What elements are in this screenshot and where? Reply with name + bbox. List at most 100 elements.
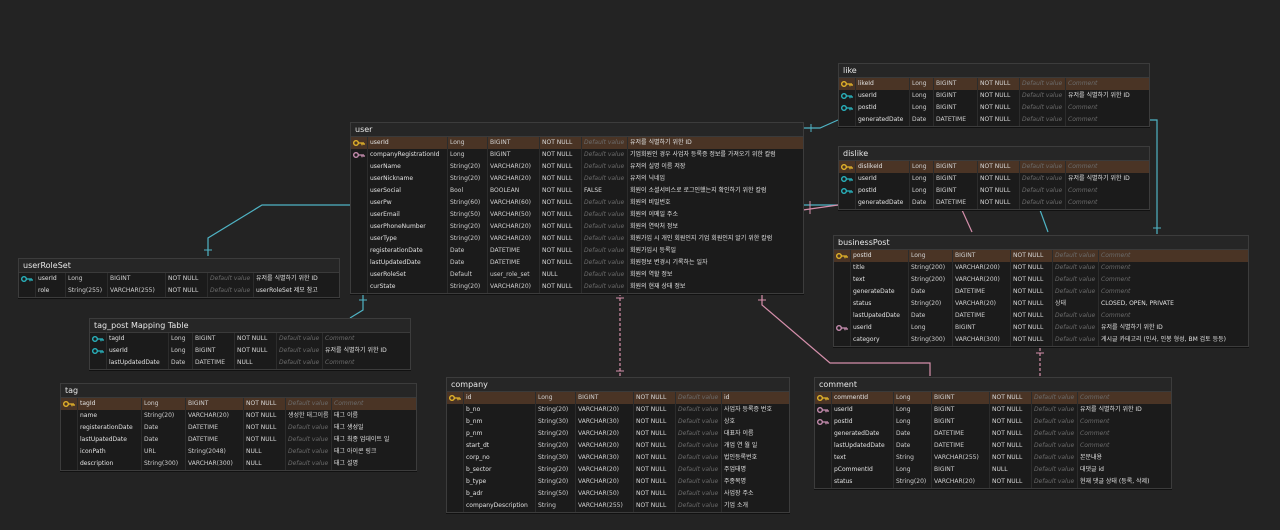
key-slot [447, 452, 463, 464]
column-name: userName [367, 161, 447, 173]
column-name: userPw [367, 197, 447, 209]
table-row[interactable]: id Long BIGINT NOT NULL Default value id [447, 392, 789, 404]
column-db-type: BIGINT [931, 404, 989, 416]
table-row[interactable]: userRoleSet Default user_role_set NULL Defau… [351, 269, 803, 281]
table-comment[interactable]: comment commentId Long BIGINT NOT NULL Defau… [814, 377, 1172, 489]
table-row[interactable]: userId Long BIGINT NOT NULL Default value 유저를… [815, 404, 1171, 416]
column-name: iconPath [77, 446, 141, 458]
table-row[interactable]: p_nm String(20) VARCHAR(20) NOT NULL Default… [447, 428, 789, 440]
table-row[interactable]: userType String(20) VARCHAR(20) NOT NULL Def… [351, 233, 803, 245]
table-row[interactable]: userSocial Bool BOOLEAN NOT NULL FALSE 회원이 소셜… [351, 185, 803, 197]
table-row[interactable]: dislikeId Long BIGINT NOT NULL Default value… [839, 161, 1149, 173]
column-db-type: VARCHAR(20) [575, 428, 633, 440]
column-comment: Comment [1077, 440, 1171, 452]
table-row[interactable]: userPw String(60) VARCHAR(60) NOT NULL Defau… [351, 197, 803, 209]
table-row[interactable]: b_nm String(30) VARCHAR(30) NOT NULL Default… [447, 416, 789, 428]
table-row[interactable]: userId Long BIGINT NOT NULL Default value 유저를… [19, 273, 339, 285]
table-row[interactable]: role String(255) VARCHAR(255) NOT NULL Defau… [19, 285, 339, 297]
table-row[interactable]: start_dt String(20) VARCHAR(20) NOT NULL Def… [447, 440, 789, 452]
key-slot [815, 476, 831, 488]
table-row[interactable]: b_adr String(50) VARCHAR(50) NOT NULL Defaul… [447, 488, 789, 500]
column-name: p_nm [463, 428, 535, 440]
column-name: postId [855, 185, 909, 197]
column-default: Default value [581, 281, 627, 293]
table-row[interactable]: userNickname String(20) VARCHAR(20) NOT NUL… [351, 173, 803, 185]
table-row[interactable]: userId Long BIGINT NOT NULL Default value 유저를… [90, 345, 410, 357]
table-row[interactable]: postId Long BIGINT NOT NULL Default value Com… [834, 250, 1248, 262]
table-row[interactable]: userEmail String(50) VARCHAR(50) NOT NULL De… [351, 209, 803, 221]
column-default: Default value [1031, 440, 1077, 452]
table-row[interactable]: postId Long BIGINT NOT NULL Default value Com… [839, 185, 1149, 197]
table-row[interactable]: curState String(20) VARCHAR(20) NOT NULL Def… [351, 281, 803, 293]
table-row[interactable]: text String VARCHAR(255) NOT NULL Default va… [815, 452, 1171, 464]
table-row[interactable]: userName String(20) VARCHAR(20) NOT NULL Def… [351, 161, 803, 173]
column-comment: 게시글 카테고리 (인사, 인봉 형성, BM 검토 등등) [1098, 334, 1248, 346]
table-row[interactable]: tagId Long BIGINT NOT NULL Default value Comm… [90, 333, 410, 345]
table-row[interactable]: pCommentId Long BIGINT NULL Default value 대댓글… [815, 464, 1171, 476]
table-row[interactable]: lastUpatedDate Date DATETIME NOT NULL Defaul… [834, 310, 1248, 322]
table-row[interactable]: tagId Long BIGINT NOT NULL Default value Comm… [61, 398, 416, 410]
table-row[interactable]: commentId Long BIGINT NOT NULL Default value… [815, 392, 1171, 404]
table-row[interactable]: text String(200) VARCHAR(200) NOT NULL Defau… [834, 274, 1248, 286]
table-row[interactable]: generatedDate Date DATETIME NOT NULL Default… [839, 197, 1149, 209]
table-row[interactable]: corp_no String(30) VARCHAR(30) NOT NULL Defa… [447, 452, 789, 464]
table-row[interactable]: status String(20) VARCHAR(20) NOT NULL Defau… [815, 476, 1171, 488]
table-row[interactable]: likeId Long BIGINT NOT NULL Default value Com… [839, 78, 1149, 90]
column-name: tagId [106, 333, 168, 345]
column-default: Default value [1031, 428, 1077, 440]
table-row[interactable]: category String(300) VARCHAR(300) NOT NULL D… [834, 334, 1248, 346]
column-nullable: NOT NULL [989, 452, 1031, 464]
column-nullable: NOT NULL [1010, 262, 1052, 274]
column-type: Date [447, 257, 487, 269]
table-user[interactable]: user userId Long BIGINT NOT NULL Default val… [350, 122, 804, 294]
table-row[interactable]: postId Long BIGINT NOT NULL Default value Com… [815, 416, 1171, 428]
column-default: Default value [276, 333, 322, 345]
table-dislike[interactable]: dislike dislikeId Long BIGINT NOT NULL Defau… [838, 146, 1150, 210]
table-row[interactable]: userId Long BIGINT NOT NULL Default value 유저를… [839, 90, 1149, 102]
key-slot [447, 488, 463, 500]
table-like[interactable]: like likeId Long BIGINT NOT NULL Default val… [838, 63, 1150, 127]
table-row[interactable]: lastUpatedDate Date DATETIME NOT NULL Defaul… [61, 434, 416, 446]
column-db-type: BIGINT [952, 322, 1010, 334]
column-nullable: NOT NULL [977, 102, 1019, 114]
table-row[interactable]: companyDescription String VARCHAR(255) NOT … [447, 500, 789, 512]
key-slot [834, 274, 850, 286]
table-row[interactable]: b_sector String(20) VARCHAR(20) NOT NULL Def… [447, 464, 789, 476]
table-row[interactable]: name String(20) VARCHAR(20) NOT NULL 생성한 태그이… [61, 410, 416, 422]
table-row[interactable]: lastUpdatedDate Date DATETIME NOT NULL Defau… [815, 440, 1171, 452]
table-row[interactable]: userPhoneNumber String(20) VARCHAR(20) NOT … [351, 221, 803, 233]
table-row[interactable]: generatedDate Date DATETIME NOT NULL Default… [839, 114, 1149, 126]
column-type: Long [141, 398, 185, 410]
table-row[interactable]: generateDate Date DATETIME NOT NULL Default … [834, 286, 1248, 298]
table-row[interactable]: userId Long BIGINT NOT NULL Default value 유저를… [834, 322, 1248, 334]
table-row[interactable]: iconPath URL String(2048) NULL Default value… [61, 446, 416, 458]
column-name: pCommentId [831, 464, 893, 476]
table-row[interactable]: registerationDate Date DATETIME NOT NULL Def… [61, 422, 416, 434]
column-db-type: BIGINT [933, 102, 977, 114]
table-row[interactable]: title String(200) VARCHAR(200) NOT NULL Defa… [834, 262, 1248, 274]
table-userroleset[interactable]: userRoleSet userId Long BIGINT NOT NULL Defa… [18, 258, 340, 298]
table-row[interactable]: lastUpdatedDate Date DATETIME NOT NULL Defau… [351, 257, 803, 269]
table-row[interactable]: b_type String(20) VARCHAR(20) NOT NULL Defau… [447, 476, 789, 488]
table-tag[interactable]: tag tagId Long BIGINT NOT NULL Default value… [60, 383, 417, 471]
table-row[interactable]: description String(300) VARCHAR(300) NULL De… [61, 458, 416, 470]
table-row[interactable]: postId Long BIGINT NOT NULL Default value Com… [839, 102, 1149, 114]
table-row[interactable]: generatedDate Date DATETIME NOT NULL Default… [815, 428, 1171, 440]
table-row[interactable]: userId Long BIGINT NOT NULL Default value 유저를… [351, 137, 803, 149]
table-row[interactable]: registerationDate Date DATETIME NOT NULL Def… [351, 245, 803, 257]
column-comment: 유저를 식별하기 위한 ID [253, 273, 339, 285]
table-company[interactable]: company id Long BIGINT NOT NULL Default valu… [446, 377, 790, 513]
table-title: tag [61, 384, 416, 398]
column-name: lastUpatedDate [77, 434, 141, 446]
table-row[interactable]: lastUpdatedDate Date DATETIME NULL Default v… [90, 357, 410, 369]
column-nullable: NOT NULL [165, 285, 207, 297]
table-row[interactable]: userId Long BIGINT NOT NULL Default value 유저를… [839, 173, 1149, 185]
column-comment: 현재 댓글 상태 (등록, 삭제) [1077, 476, 1171, 488]
table-tag-post[interactable]: tag_post Mapping Table tagId Long BIGINT NO… [89, 318, 411, 370]
table-row[interactable]: companyRegistrationId Long BIGINT NOT NULL D… [351, 149, 803, 161]
table-row[interactable]: b_no String(20) VARCHAR(20) NOT NULL Default… [447, 404, 789, 416]
column-nullable: NOT NULL [633, 488, 675, 500]
table-businesspost[interactable]: businessPost postId Long BIGINT NOT NULL Def… [833, 235, 1249, 347]
table-row[interactable]: status String(20) VARCHAR(20) NOT NULL 상태 CLO… [834, 298, 1248, 310]
column-type: Long [909, 161, 933, 173]
